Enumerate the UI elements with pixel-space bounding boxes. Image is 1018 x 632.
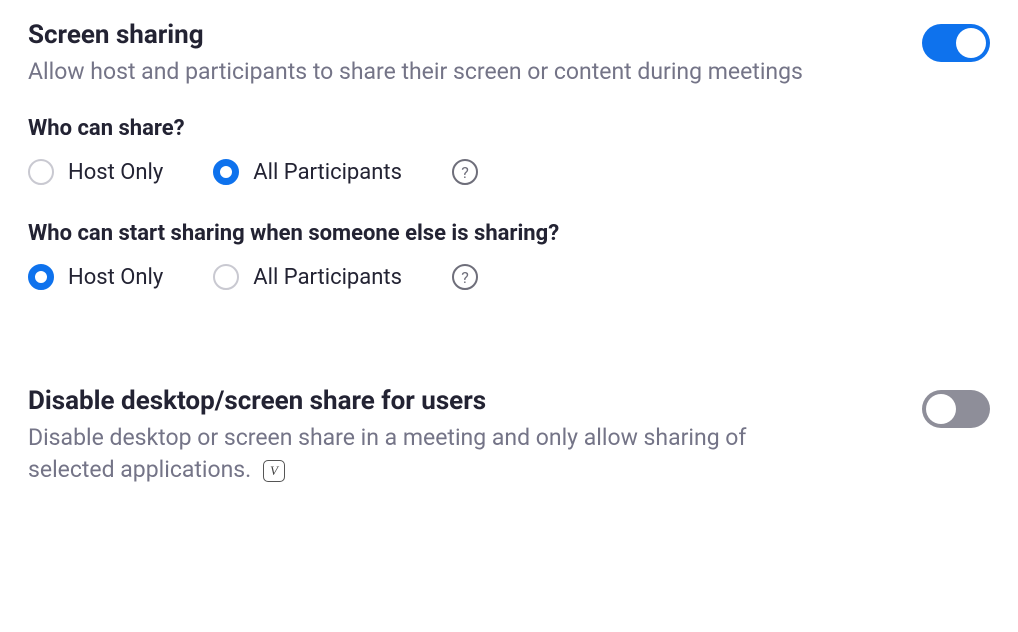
who-can-share-question: Who can share?: [28, 116, 803, 141]
disable-desktop-description-text: Disable desktop or screen share in a mee…: [28, 424, 746, 483]
radio-icon: [213, 264, 239, 290]
who-can-start-all-participants-label: All Participants: [253, 265, 402, 290]
screen-sharing-description: Allow host and participants to share the…: [28, 56, 803, 88]
screen-sharing-content: Screen sharing Allow host and participan…: [28, 20, 803, 326]
disable-desktop-content: Disable desktop/screen share for users D…: [28, 386, 808, 514]
radio-icon: [213, 159, 239, 185]
toggle-knob-icon: [956, 28, 986, 58]
screen-sharing-setting: Screen sharing Allow host and participan…: [28, 20, 990, 326]
help-icon[interactable]: ?: [452, 264, 478, 290]
radio-icon: [28, 264, 54, 290]
who-can-start-host-only-label: Host Only: [68, 265, 163, 290]
varies-by-version-icon[interactable]: V: [263, 460, 285, 482]
who-can-share-all-participants-label: All Participants: [253, 160, 402, 185]
who-can-share-options: Host Only All Participants ?: [28, 159, 803, 185]
screen-sharing-toggle[interactable]: [922, 24, 990, 62]
who-can-share-host-only-option[interactable]: Host Only: [28, 159, 163, 185]
disable-desktop-title: Disable desktop/screen share for users: [28, 386, 808, 416]
who-can-start-question: Who can start sharing when someone else …: [28, 221, 803, 246]
radio-icon: [28, 159, 54, 185]
disable-desktop-toggle[interactable]: [922, 390, 990, 428]
help-icon[interactable]: ?: [452, 159, 478, 185]
who-can-share-all-participants-option[interactable]: All Participants: [213, 159, 402, 185]
toggle-knob-icon: [926, 394, 956, 424]
disable-desktop-share-setting: Disable desktop/screen share for users D…: [28, 386, 990, 514]
screen-sharing-title: Screen sharing: [28, 20, 803, 50]
disable-desktop-description: Disable desktop or screen share in a mee…: [28, 422, 808, 486]
who-can-share-host-only-label: Host Only: [68, 160, 163, 185]
who-can-start-host-only-option[interactable]: Host Only: [28, 264, 163, 290]
who-can-start-all-participants-option[interactable]: All Participants: [213, 264, 402, 290]
who-can-start-options: Host Only All Participants ?: [28, 264, 803, 290]
